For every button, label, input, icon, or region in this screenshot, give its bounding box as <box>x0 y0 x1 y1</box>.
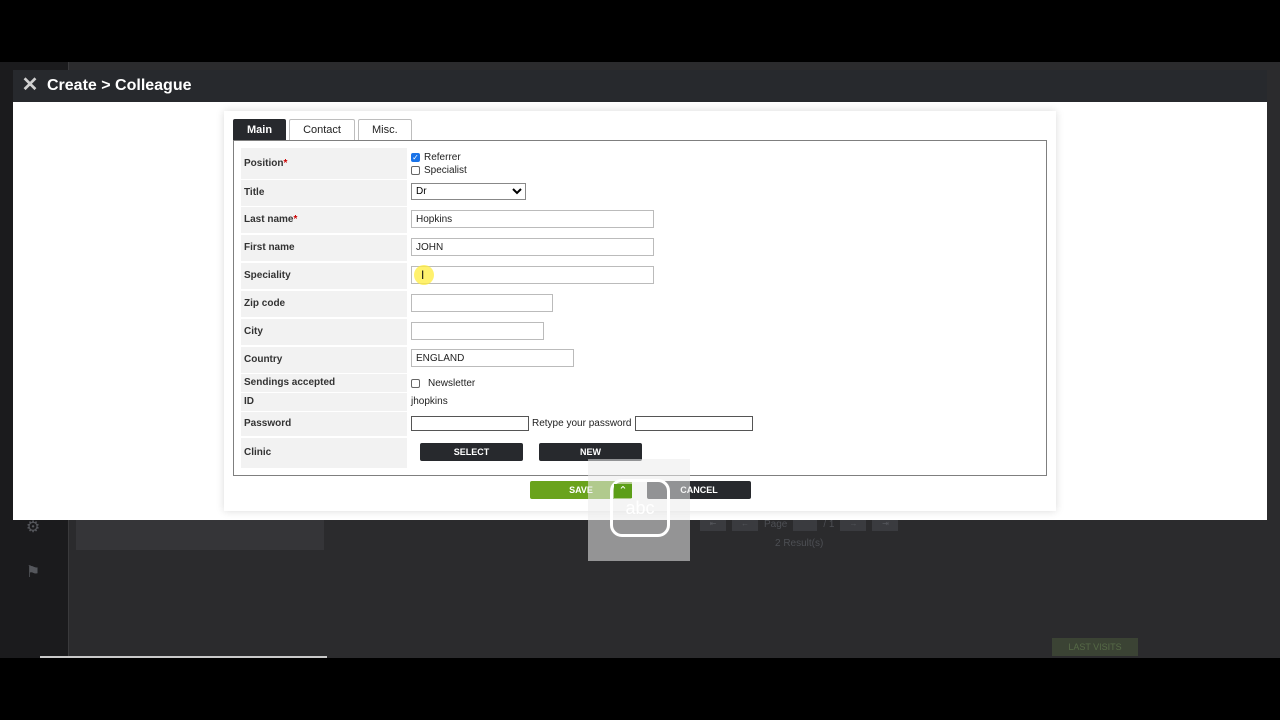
results-count: 2 Result(s) <box>775 538 824 549</box>
tab-misc[interactable]: Misc. <box>357 119 412 141</box>
sendings-label: Sendings accepted <box>241 374 407 392</box>
newsletter-option[interactable]: Newsletter <box>411 377 475 389</box>
title-label: Title <box>241 180 407 206</box>
country-field <box>411 349 574 367</box>
newsletter-checkbox[interactable] <box>411 378 420 388</box>
specialist-label: Specialist <box>424 164 467 176</box>
speciality-input[interactable] <box>411 266 654 284</box>
background-underline <box>40 656 327 658</box>
modal-title: Create > Colleague <box>47 77 192 94</box>
speciality-field <box>411 266 654 284</box>
sendings-field: Newsletter <box>411 377 475 389</box>
country-input[interactable] <box>411 349 574 367</box>
background-card <box>76 520 324 550</box>
required-mark: * <box>293 214 298 225</box>
speciality-label: Speciality <box>241 263 407 289</box>
last-visits-button: LAST VISITS <box>1052 638 1138 656</box>
zip-code-label: Zip code <box>241 291 407 317</box>
country-label: Country <box>241 347 407 373</box>
pager-label: Page <box>764 518 788 530</box>
referrer-label: Referrer <box>424 151 461 163</box>
retype-password-input[interactable] <box>634 416 753 431</box>
specialist-option[interactable]: Specialist <box>411 164 467 176</box>
last-name-field <box>411 210 654 228</box>
first-name-field <box>411 238 654 256</box>
modal-header: ✕ Create > Colleague <box>13 70 1267 102</box>
city-field <box>411 322 544 340</box>
password-label: Password <box>241 412 407 436</box>
specialist-checkbox[interactable] <box>411 165 420 175</box>
first-name-label: First name <box>241 235 407 261</box>
tab-contact[interactable]: Contact <box>289 119 355 141</box>
tab-main[interactable]: Main <box>233 119 287 141</box>
pager-total: / 1 <box>823 518 835 530</box>
retype-password-label: Retype your password <box>532 418 632 429</box>
title-field: Dr <box>411 183 526 200</box>
chevron-up-icon: ⌃ <box>614 484 632 498</box>
zip-code-input[interactable] <box>411 294 553 312</box>
id-label: ID <box>241 393 407 411</box>
form-panel: Main Contact Misc. Position* ✓ Referrer … <box>224 111 1056 511</box>
last-name-input[interactable] <box>411 210 654 228</box>
main-tab-content: Position* ✓ Referrer Specialist Title Dr… <box>233 140 1047 476</box>
referrer-checkbox[interactable]: ✓ <box>411 152 420 162</box>
title-select[interactable]: Dr <box>411 183 526 200</box>
clinic-label: Clinic <box>241 438 407 468</box>
required-mark: * <box>283 158 288 169</box>
position-label: Position* <box>241 148 407 179</box>
last-name-label: Last name* <box>241 207 407 233</box>
gear-icon: ⚙ <box>25 519 41 536</box>
flag-icon: ⚑ <box>25 564 41 581</box>
create-colleague-modal: ✕ Create > Colleague Main Contact Misc. … <box>13 70 1267 520</box>
id-value: jhopkins <box>411 396 448 407</box>
newsletter-label: Newsletter <box>428 377 476 389</box>
clinic-select-button[interactable]: SELECT <box>420 443 523 461</box>
close-icon[interactable]: ✕ <box>21 75 39 95</box>
city-label: City <box>241 319 407 345</box>
password-field: Retype your password <box>411 416 753 431</box>
city-input[interactable] <box>411 322 544 340</box>
zip-code-field <box>411 294 553 312</box>
position-options: ✓ Referrer Specialist <box>411 151 467 176</box>
text-cursor-icon: I <box>421 268 425 282</box>
tab-bar: Main Contact Misc. <box>233 119 415 141</box>
referrer-option[interactable]: ✓ Referrer <box>411 151 467 163</box>
first-name-input[interactable] <box>411 238 654 256</box>
password-input[interactable] <box>411 416 529 431</box>
